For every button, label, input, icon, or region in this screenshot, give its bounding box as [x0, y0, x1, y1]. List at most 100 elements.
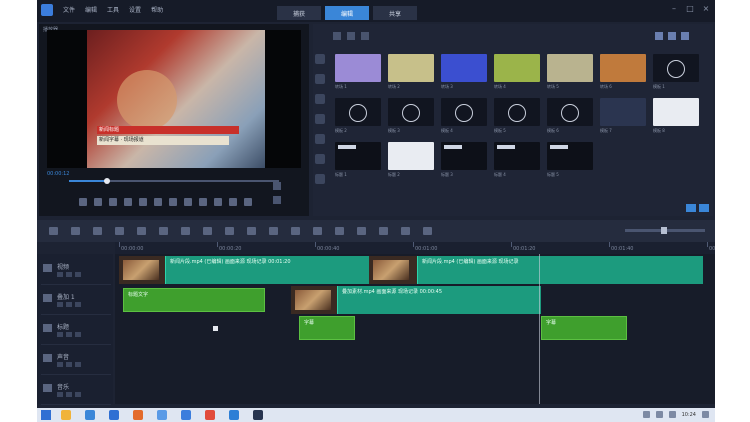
playhead[interactable] [539, 254, 540, 404]
library-thumbnail[interactable] [547, 54, 593, 82]
library-thumbnail[interactable] [388, 54, 434, 82]
project-mode-icon[interactable] [273, 182, 281, 190]
thumbnail-size-icon[interactable] [668, 32, 676, 40]
library-item[interactable]: 转场 3 [441, 54, 493, 90]
library-item[interactable]: 标题 3 [441, 142, 493, 178]
fullscreen-icon[interactable] [244, 198, 252, 206]
transition-icon[interactable] [315, 94, 325, 104]
app-icon-2[interactable] [157, 410, 167, 420]
mute-icon[interactable] [57, 392, 63, 397]
3d-title-icon[interactable] [357, 227, 366, 235]
next-frame-icon[interactable] [124, 198, 132, 206]
auto-music-icon[interactable] [181, 227, 190, 235]
track-header[interactable]: 音乐 [41, 374, 111, 405]
library-thumbnail[interactable] [494, 98, 540, 126]
library-item[interactable]: 模板 1 [653, 54, 705, 90]
library-thumbnail[interactable] [335, 98, 381, 126]
app-icon-4[interactable] [205, 410, 215, 420]
graphics-icon[interactable] [315, 134, 325, 144]
library-thumbnail[interactable] [441, 142, 487, 170]
library-thumbnail[interactable] [494, 54, 540, 82]
motion-track-icon[interactable] [203, 227, 212, 235]
scrubber-knob[interactable] [103, 178, 110, 184]
library-thumbnail[interactable] [547, 142, 593, 170]
start-icon[interactable] [41, 410, 51, 420]
notifications-icon[interactable] [702, 411, 709, 418]
workspace-tab[interactable]: 编辑 [325, 6, 369, 20]
library-thumbnail[interactable] [335, 54, 381, 82]
menu-item[interactable]: 文件 [63, 5, 75, 14]
network-icon[interactable] [642, 411, 650, 418]
split-screen-icon[interactable] [335, 227, 344, 235]
workspace-tab[interactable]: 共享 [373, 6, 417, 20]
library-item[interactable]: 模板 5 [494, 98, 546, 134]
record-icon[interactable] [137, 227, 146, 235]
visibility-icon[interactable] [75, 362, 81, 367]
library-item[interactable]: 模板 3 [388, 98, 440, 134]
title-icon[interactable] [315, 114, 325, 124]
visibility-icon[interactable] [75, 302, 81, 307]
title-clip-1[interactable]: 标题文字 [123, 288, 265, 312]
library-item[interactable]: 转场 1 [335, 54, 387, 90]
library-thumbnail[interactable] [335, 142, 381, 170]
redo-icon[interactable] [115, 227, 124, 235]
playback-scrubber[interactable] [69, 178, 279, 184]
prev-frame-icon[interactable] [94, 198, 102, 206]
library-thumbnail[interactable] [600, 54, 646, 82]
library-item[interactable]: 标题 4 [494, 142, 546, 178]
filter-fx-icon[interactable] [315, 154, 325, 164]
timeline-view-icon[interactable] [71, 227, 80, 235]
timeline-tracks[interactable]: 新闻片段.mp4 (已编辑) 画面来源 现场记录 00:01:20 新闻片段.m… [115, 254, 715, 404]
library-item[interactable]: 转场 5 [547, 54, 599, 90]
folder-icon[interactable] [333, 32, 341, 40]
visibility-icon[interactable] [75, 332, 81, 337]
library-thumbnail[interactable] [600, 98, 646, 126]
library-item[interactable]: 标题 2 [388, 142, 440, 178]
end-icon[interactable] [139, 198, 147, 206]
filter-icon[interactable] [681, 32, 689, 40]
library-item[interactable]: 模板 2 [335, 98, 387, 134]
lock-icon[interactable] [66, 302, 72, 307]
library-item[interactable]: 转场 6 [600, 54, 652, 90]
explorer-icon[interactable] [61, 410, 71, 420]
app-icon-5[interactable] [229, 410, 239, 420]
media-icon[interactable] [315, 54, 325, 64]
browser-icon[interactable] [85, 410, 95, 420]
preview-video[interactable]: 新闻标题 新闻字幕 · 现场报道 [47, 30, 301, 168]
close-icon[interactable]: × [701, 4, 711, 14]
library-thumbnail[interactable] [441, 98, 487, 126]
screen-record-icon[interactable] [379, 227, 388, 235]
library-thumbnail[interactable] [494, 142, 540, 170]
app-icon-1[interactable] [133, 410, 143, 420]
clip-mode-icon[interactable] [273, 196, 281, 204]
snapshot-icon[interactable] [229, 198, 237, 206]
library-item[interactable]: 标题 1 [335, 142, 387, 178]
overlay-clip-1[interactable]: 叠加素材.mp4 画面来源 现场记录 00:00:45 [337, 286, 541, 314]
home-icon[interactable] [79, 198, 87, 206]
browse-icon[interactable] [699, 204, 709, 212]
library-thumbnail[interactable] [653, 98, 699, 126]
title-clip-2[interactable]: 字幕 [299, 316, 355, 340]
menu-item[interactable]: 编辑 [85, 5, 97, 14]
options-icon[interactable] [686, 204, 696, 212]
track-header[interactable]: 标题 [41, 314, 111, 345]
mark-out-icon[interactable] [199, 198, 207, 206]
library-item[interactable]: 模板 8 [653, 98, 705, 134]
play-icon[interactable] [109, 198, 117, 206]
library-item[interactable]: 模板 4 [441, 98, 493, 134]
library-thumbnail[interactable] [388, 98, 434, 126]
library-item[interactable]: 标题 5 [547, 142, 599, 178]
mute-icon[interactable] [57, 362, 63, 367]
lock-icon[interactable] [66, 362, 72, 367]
freeze-icon[interactable] [401, 227, 410, 235]
sort-icon[interactable] [655, 32, 663, 40]
title-clip-3[interactable]: 字幕 [541, 316, 627, 340]
volume-icon[interactable] [169, 198, 177, 206]
menu-item[interactable]: 设置 [129, 5, 141, 14]
multicam-icon[interactable] [247, 227, 256, 235]
track-header[interactable]: 声音 [41, 344, 111, 375]
library-thumbnail[interactable] [388, 142, 434, 170]
add-icon[interactable] [347, 32, 355, 40]
instant-project-icon[interactable] [315, 74, 325, 84]
path-icon[interactable] [315, 174, 325, 184]
